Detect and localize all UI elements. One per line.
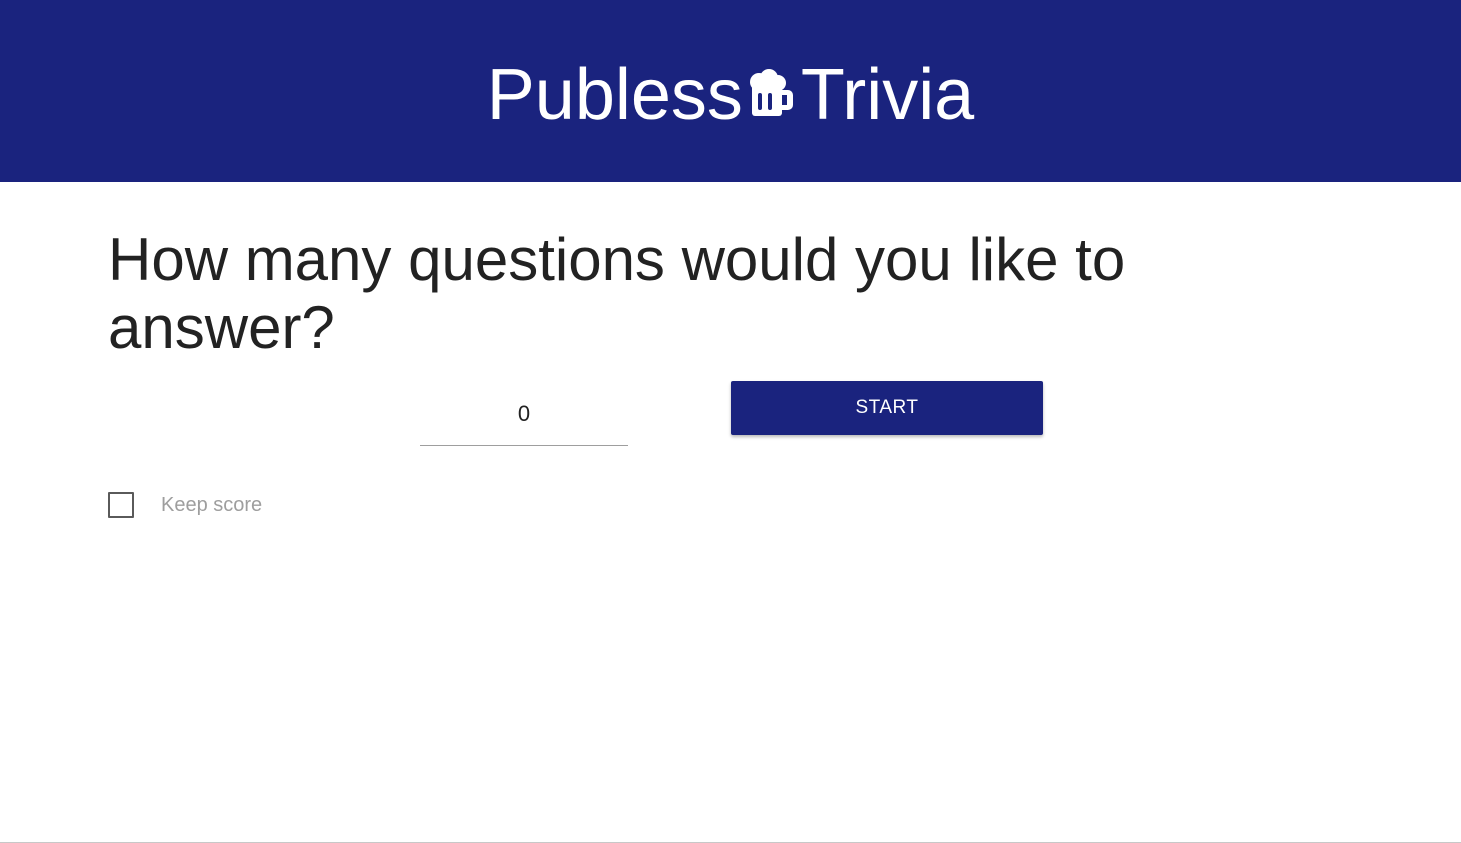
beer-mug-icon	[749, 69, 793, 116]
app-logo: Publess Trivia	[487, 59, 974, 131]
logo-text-publess: Publess	[486, 55, 743, 135]
start-button-label: START	[855, 397, 919, 418]
keep-score-label[interactable]: Keep score	[161, 492, 262, 518]
question-count-field	[420, 394, 628, 446]
keep-score-checkbox[interactable]	[108, 492, 134, 518]
question-count-input[interactable]	[420, 394, 628, 434]
start-button[interactable]: START	[731, 381, 1043, 435]
page: Publess Trivia How many questions would …	[0, 0, 1461, 843]
logo-text-trivia: Trivia	[800, 55, 975, 135]
app-header: Publess Trivia	[0, 0, 1461, 182]
keep-score-option[interactable]: Keep score	[108, 492, 262, 518]
question-heading: How many questions would you like to ans…	[108, 226, 1126, 361]
